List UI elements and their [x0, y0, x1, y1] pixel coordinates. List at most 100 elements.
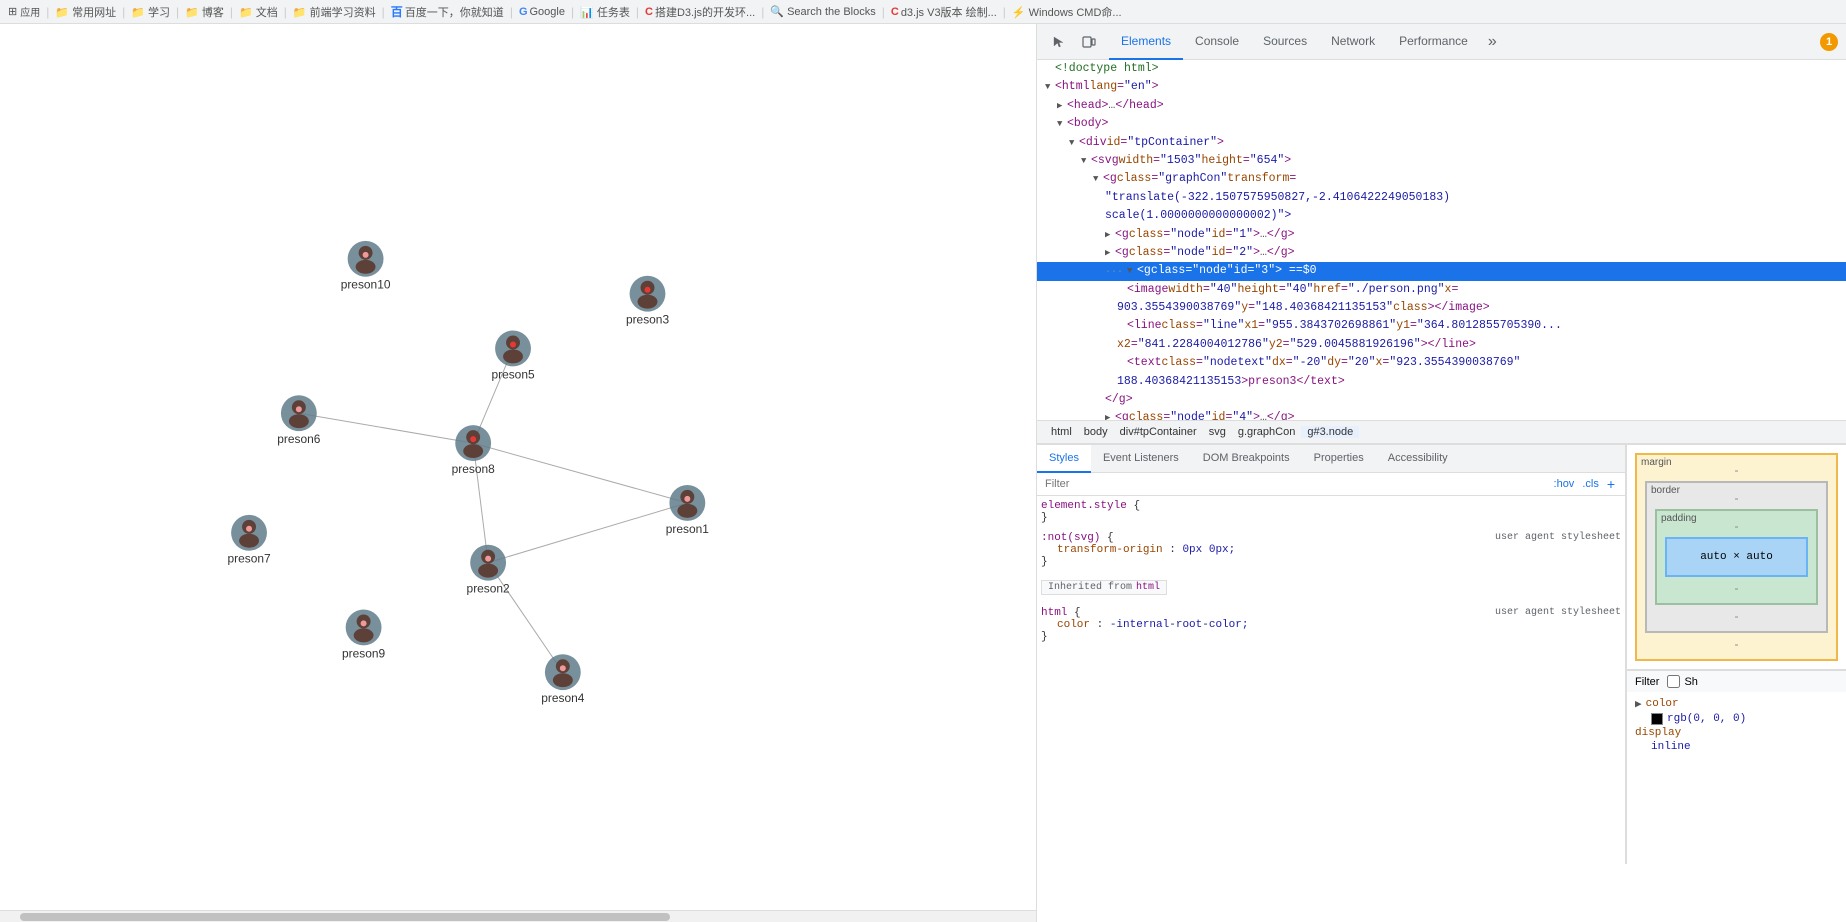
filter-cls[interactable]: .cls [1580, 478, 1601, 490]
triangle-graphcon[interactable] [1093, 172, 1103, 186]
main-content: preson1 preson2 preson3 [0, 24, 1846, 922]
tab-elements[interactable]: Elements [1109, 24, 1183, 60]
padding-label: padding [1661, 513, 1697, 524]
triangle-node1[interactable] [1105, 228, 1115, 242]
bookmark-google[interactable]: G Google [519, 6, 565, 18]
color-swatch-black[interactable] [1651, 713, 1663, 725]
css-rule-inherited: Inherited from html [1041, 576, 1621, 599]
triangle-svg[interactable] [1081, 154, 1091, 168]
css-selector-html[interactable]: html { user agent stylesheet [1041, 607, 1621, 619]
bookmark-sep6: | [382, 5, 385, 19]
dom-line-node3-selected[interactable]: ... <g class = "node" id = "3" > == $0 [1037, 262, 1846, 280]
tab-network[interactable]: Network [1319, 24, 1387, 60]
bookmark-xuexi[interactable]: 📁 学习 [131, 4, 170, 20]
node-preson6[interactable]: preson6 [277, 395, 321, 446]
styles-filter-tags: :hov .cls + [1552, 476, 1617, 492]
bookmark-d3build[interactable]: C 搭建D3.js的开发环... [645, 4, 755, 20]
node-preson10[interactable]: preson10 [341, 241, 391, 292]
filter-hover[interactable]: :hov [1552, 478, 1577, 490]
tab-event-listeners[interactable]: Event Listeners [1091, 445, 1191, 473]
node-preson7[interactable]: preson7 [227, 515, 271, 566]
bookmark-task[interactable]: 📊 任务表 [580, 4, 630, 20]
device-toolbar-button[interactable] [1075, 28, 1103, 56]
dom-line-image[interactable]: <image width = "40" height = "40" href =… [1037, 281, 1846, 299]
node-preson8[interactable]: preson8 [452, 425, 496, 476]
bookmark-wincmd[interactable]: ⚡ Windows CMD命... [1012, 4, 1122, 20]
bookmark-sep10: | [761, 5, 764, 19]
bookmark-changyon[interactable]: 📁 常用网址 [55, 4, 116, 20]
dom-line-text[interactable]: <text class = "nodetext" dx = "-20" dy =… [1037, 354, 1846, 372]
dom-line-line[interactable]: <line class = "line" x1 = "955.384370269… [1037, 317, 1846, 335]
dom-line-tpcontainer[interactable]: <div id = "tpContainer" > [1037, 134, 1846, 152]
node-preson4[interactable]: preson4 [541, 654, 585, 705]
triangle-tpcontainer[interactable] [1069, 136, 1079, 150]
color-row-display: display [1635, 726, 1838, 740]
border-top[interactable]: - [1735, 491, 1739, 505]
scrollbar-thumb[interactable] [20, 913, 670, 921]
css-selector-not-svg[interactable]: :not(svg) { user agent stylesheet [1041, 532, 1621, 544]
show-checkbox[interactable]: Sh [1667, 675, 1697, 688]
dom-line-html[interactable]: <html lang = "en" > [1037, 78, 1846, 96]
dom-line-head[interactable]: <head> … </head> [1037, 97, 1846, 115]
filter-add[interactable]: + [1605, 476, 1617, 492]
node-preson1[interactable]: preson1 [666, 485, 710, 536]
bookmark-d3v3[interactable]: C d3.js V3版本 绘制... [891, 4, 997, 20]
margin-top[interactable]: - [1735, 463, 1739, 477]
horizontal-scrollbar[interactable] [0, 910, 1036, 922]
breadcrumb-body[interactable]: body [1078, 426, 1114, 438]
triangle-html[interactable] [1045, 80, 1055, 94]
tab-dom-breakpoints[interactable]: DOM Breakpoints [1191, 445, 1302, 473]
dom-line-svg[interactable]: <svg width = "1503" height = "654" > [1037, 152, 1846, 170]
triangle-node3[interactable] [1127, 264, 1137, 278]
dom-line-node2[interactable]: <g class = "node" id = "2" > … </g> [1037, 244, 1846, 262]
triangle-node2[interactable] [1105, 246, 1115, 260]
bookmark-doc[interactable]: 📁 文档 [239, 4, 278, 20]
show-label: Sh [1684, 676, 1697, 688]
filter-label: Filter [1635, 676, 1659, 688]
inspect-element-button[interactable] [1045, 28, 1073, 56]
dom-line-node4[interactable]: <g class = "node" id = "4" > … </g> [1037, 409, 1846, 420]
bookmark-qianduan[interactable]: 📁 前端学习资料 [293, 4, 376, 20]
dom-line-graphcon[interactable]: <g class = "graphCon" transform = [1037, 170, 1846, 188]
dom-line-doctype[interactable]: <!doctype html> [1037, 60, 1846, 78]
dom-line-body[interactable]: <body> [1037, 115, 1846, 133]
margin-bottom[interactable]: - [1735, 637, 1739, 651]
devtools-more-tabs[interactable]: » [1480, 33, 1505, 51]
triangle-head[interactable] [1057, 99, 1067, 113]
styles-filter-input[interactable] [1045, 478, 1552, 490]
node-preson3[interactable]: preson3 [626, 276, 670, 327]
breadcrumb-tpcontainer[interactable]: div#tpContainer [1114, 426, 1203, 438]
tab-styles[interactable]: Styles [1037, 445, 1091, 473]
node-label-preson5: preson5 [491, 367, 535, 381]
bookmark-apps[interactable]: ⊞应用 [8, 4, 40, 19]
tab-sources[interactable]: Sources [1251, 24, 1319, 60]
css-inherited-label: Inherited from html [1041, 576, 1621, 599]
show-inherited-checkbox[interactable] [1667, 675, 1680, 688]
tab-console[interactable]: Console [1183, 24, 1251, 60]
padding-top[interactable]: - [1735, 519, 1739, 533]
tab-accessibility[interactable]: Accessibility [1376, 445, 1460, 473]
breadcrumb-svg[interactable]: svg [1203, 426, 1232, 438]
node-preson2[interactable]: preson2 [467, 545, 511, 596]
tab-performance[interactable]: Performance [1387, 24, 1480, 60]
bookmark-blog[interactable]: 📁 博客 [185, 4, 224, 20]
css-prop-color[interactable]: color : -internal-root-color; [1041, 619, 1621, 631]
node-preson9[interactable]: preson9 [342, 609, 386, 660]
triangle-node4[interactable] [1105, 411, 1115, 420]
node-preson5[interactable]: preson5 [491, 331, 535, 382]
css-selector-element[interactable]: element.style { [1041, 500, 1621, 512]
breadcrumb-graphcon[interactable]: g.graphCon [1232, 426, 1302, 438]
breadcrumb-node3[interactable]: g#3.node [1301, 426, 1359, 438]
dom-line-node1[interactable]: <g class = "node" id = "1" > … </g> [1037, 226, 1846, 244]
border-bottom[interactable]: - [1735, 609, 1739, 623]
css-prop-transform-origin[interactable]: transform-origin : 0px 0px; [1041, 544, 1621, 556]
link-1-8 [473, 443, 687, 503]
padding-bottom[interactable]: - [1735, 581, 1739, 595]
tab-properties[interactable]: Properties [1302, 445, 1376, 473]
dom-line-scale: scale(1.0000000000000002)"> [1037, 207, 1846, 225]
bookmark-baidu[interactable]: 百 百度一下，你就知道 [391, 3, 504, 20]
triangle-body[interactable] [1057, 117, 1067, 131]
breadcrumb-html[interactable]: html [1045, 426, 1078, 438]
bookmark-search-blocks[interactable]: 🔍 Search the Blocks [770, 5, 875, 18]
color-expand-icon[interactable]: ▶ [1635, 697, 1642, 711]
